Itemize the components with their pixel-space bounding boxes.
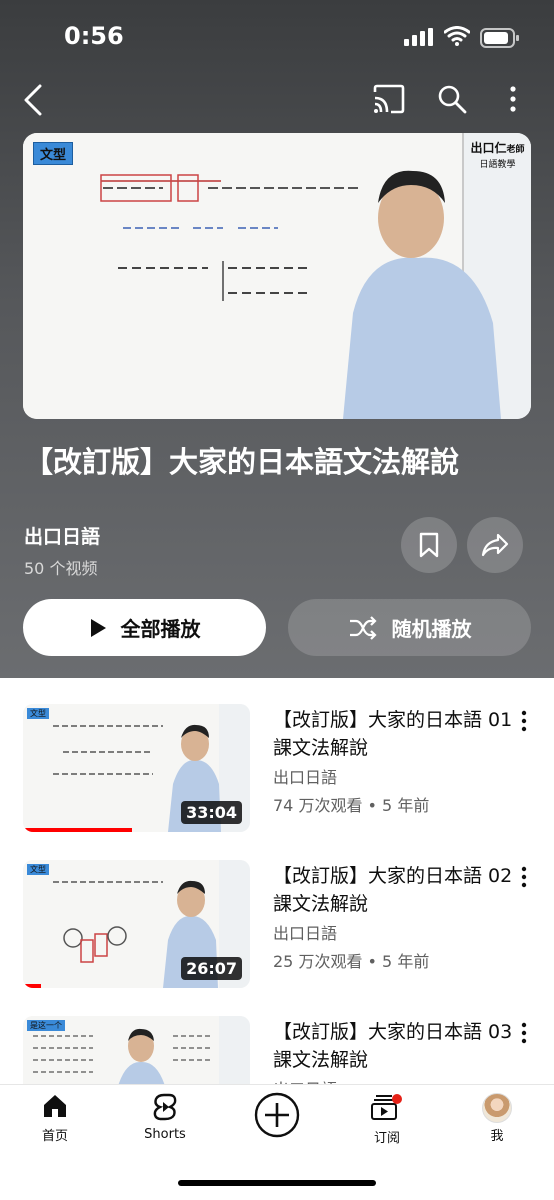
video-thumbnail[interactable]: 文型 33:04 (23, 704, 250, 832)
shuffle-icon (349, 615, 377, 640)
video-list-item[interactable]: 文型 33:04 【改訂版】大家的日本語 01 課文法解說 出口日語 74 万次… (0, 704, 554, 836)
video-list-item[interactable]: 文型 26:07 【改訂版】大家的日本語 02 課文法解說 出口日語 25 万次… (0, 860, 554, 992)
nav-you[interactable]: 我 (452, 1093, 542, 1144)
play-all-button[interactable]: 全部播放 (23, 599, 266, 656)
signal-icon (404, 28, 433, 46)
video-thumbnail[interactable]: 文型 26:07 (23, 860, 250, 988)
video-title[interactable]: 【改訂版】大家的日本語 02 課文法解說 (273, 862, 513, 918)
home-indicator (178, 1180, 376, 1186)
video-duration: 33:04 (181, 801, 242, 824)
cover-badge: 文型 (33, 142, 74, 165)
video-title[interactable]: 【改訂版】大家的日本語 01 課文法解說 (273, 706, 513, 762)
nav-shorts[interactable]: Shorts (120, 1093, 210, 1142)
status-bar: 0:56 (0, 20, 554, 56)
more-vertical-icon[interactable] (520, 1022, 528, 1044)
shuffle-button[interactable]: 随机播放 (288, 599, 531, 656)
cover-teacher-suffix: 老師 (506, 145, 525, 155)
thumbnail-badge: 文型 (27, 708, 49, 719)
playlist-header: 0:56 文型 出口仁老師 日語教學 【改訂版】大家的日本語文法解說 出口日語 … (0, 0, 554, 678)
cast-icon[interactable] (372, 84, 406, 114)
video-thumbnail[interactable]: 是这一个 (23, 1016, 250, 1084)
playlist-title: 【改訂版】大家的日本語文法解說 (24, 445, 460, 479)
play-icon (90, 618, 106, 637)
playlist-cover-image[interactable]: 文型 出口仁老師 日語教學 (23, 133, 531, 419)
create-icon (254, 1092, 300, 1138)
share-icon (481, 533, 509, 557)
cover-teacher-label: 出口仁老師 日語教學 (464, 139, 531, 170)
wifi-icon (444, 26, 470, 46)
watch-progress-bar (23, 828, 132, 832)
nav-create[interactable] (232, 1091, 322, 1143)
video-duration: 26:07 (181, 957, 242, 980)
avatar (482, 1093, 512, 1123)
cover-teacher-name: 出口仁 (470, 141, 507, 155)
top-bar (0, 80, 554, 120)
playlist-channel[interactable]: 出口日語 (24, 522, 100, 549)
video-title[interactable]: 【改訂版】大家的日本語 03 課文法解說 (273, 1018, 513, 1074)
video-meta: 74 万次观看 • 5 年前 (273, 796, 430, 815)
thumbnail-badge: 是这一个 (27, 1020, 65, 1031)
more-vertical-icon[interactable] (520, 710, 528, 732)
cover-subtitle: 日語教學 (479, 160, 516, 170)
video-channel: 出口日語 (273, 768, 338, 787)
video-meta: 25 万次观看 • 5 年前 (273, 952, 430, 971)
more-vertical-icon[interactable] (508, 84, 518, 114)
thumbnail-badge: 文型 (27, 864, 49, 875)
video-channel: 出口日語 (273, 1076, 337, 1084)
nav-you-label: 我 (490, 1129, 504, 1144)
bookmark-icon (419, 532, 439, 558)
shorts-icon (153, 1093, 177, 1121)
video-channel: 出口日語 (273, 924, 338, 943)
save-playlist-button[interactable] (401, 517, 457, 573)
nav-subscriptions[interactable]: 订阅 (342, 1093, 432, 1146)
shuffle-label: 随机播放 (391, 617, 472, 641)
playlist-video-count: 50 个视频 (24, 559, 98, 578)
subscriptions-icon (371, 1094, 402, 1120)
home-icon (44, 1095, 66, 1117)
nav-home[interactable]: 首页 (10, 1093, 100, 1144)
battery-icon (480, 28, 519, 48)
watch-progress-bar (23, 984, 42, 988)
nav-shorts-label: Shorts (144, 1127, 186, 1142)
play-all-label: 全部播放 (120, 617, 201, 641)
nav-subscriptions-label: 订阅 (373, 1131, 400, 1146)
search-icon[interactable] (437, 84, 467, 114)
video-list-item[interactable]: 是这一个 【改訂版】大家的日本語 03 課文法解說 出口日語 (0, 1016, 554, 1084)
status-time: 0:56 (64, 22, 124, 50)
share-playlist-button[interactable] (467, 517, 523, 573)
whiteboard-lesson-illustration (23, 133, 531, 419)
more-vertical-icon[interactable] (520, 866, 528, 888)
nav-home-label: 首页 (41, 1129, 68, 1144)
back-icon[interactable] (22, 84, 44, 116)
